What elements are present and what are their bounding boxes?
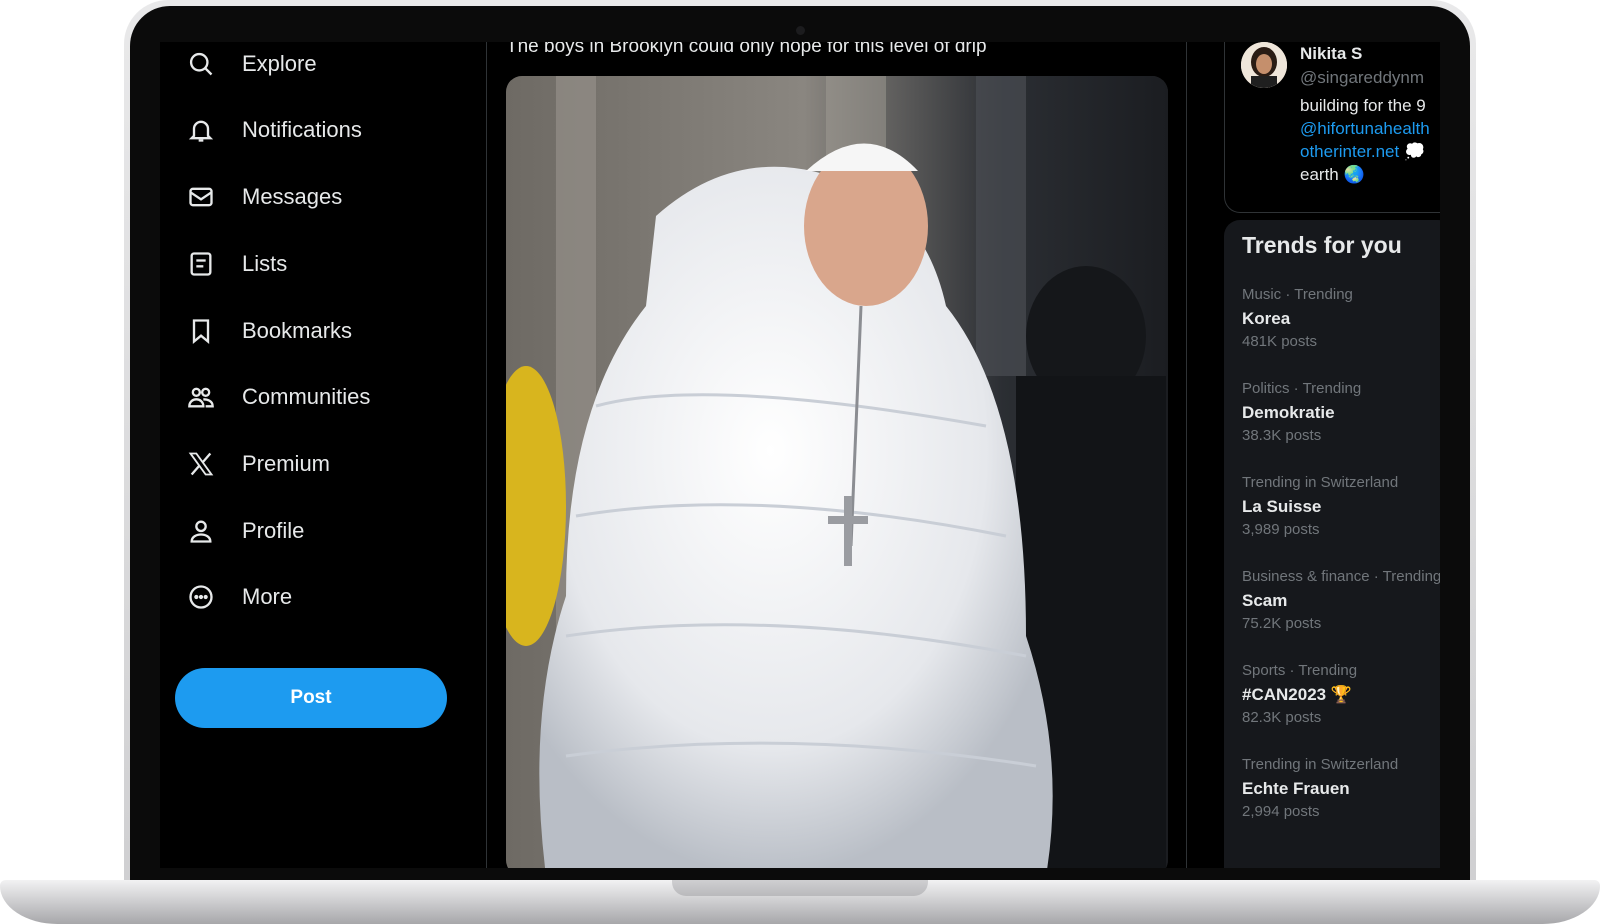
- trend-name: Echte Frauen: [1242, 779, 1350, 798]
- trend-count: 481K posts: [1242, 333, 1318, 350]
- post-button[interactable]: Post: [175, 668, 447, 728]
- trend-name: #CAN2023 🏆: [1242, 685, 1352, 704]
- nav-label: Communities: [242, 384, 371, 409]
- nav-messages[interactable]: Messages: [186, 177, 342, 217]
- trend-item[interactable]: Trending in Switzerland Echte Frauen 2,9…: [1242, 754, 1440, 823]
- nav-more[interactable]: More: [186, 577, 292, 617]
- left-nav: Explore Notifications Messages Lists Boo…: [160, 42, 480, 868]
- photo-illustration: [506, 76, 1168, 868]
- nav-explore[interactable]: Explore: [186, 44, 317, 84]
- nav-premium[interactable]: Premium: [186, 444, 330, 484]
- trend-meta: Music · Trending: [1242, 286, 1353, 303]
- envelope-icon: [186, 182, 216, 212]
- nav-label: Premium: [242, 451, 331, 476]
- avatar[interactable]: [1241, 42, 1287, 88]
- column-divider: [486, 42, 487, 868]
- people-icon: [186, 382, 216, 412]
- trend-item[interactable]: Business & finance · Trending Scam 75.2K…: [1242, 566, 1440, 635]
- trends-title: Trends for you: [1242, 232, 1402, 258]
- webcam: [796, 26, 805, 35]
- trend-item[interactable]: Politics · Trending Demokratie 38.3K pos…: [1242, 378, 1440, 447]
- list-icon: [186, 249, 216, 279]
- nav-lists[interactable]: Lists: [186, 244, 287, 284]
- globe-emoji: 🌏: [1343, 165, 1365, 184]
- bio-line: earth: [1300, 165, 1339, 184]
- profile-handle[interactable]: @singareddynm: [1300, 68, 1424, 88]
- trend-item[interactable]: Sports · Trending #CAN2023 🏆 82.3K posts: [1242, 660, 1440, 729]
- bell-icon: [186, 115, 216, 145]
- nav-label: Explore: [242, 51, 317, 76]
- trend-meta: Trending in Switzerland: [1242, 756, 1399, 773]
- bio-link[interactable]: @hifortunahealth: [1300, 117, 1440, 140]
- bio-line: building for the 9: [1300, 96, 1426, 115]
- nav-communities[interactable]: Communities: [186, 377, 370, 417]
- nav-notifications[interactable]: Notifications: [186, 110, 362, 150]
- trend-meta: Business & finance · Trending: [1242, 568, 1440, 585]
- post-text: The boys in Brooklyn could only hope for…: [506, 42, 987, 57]
- screen: Explore Notifications Messages Lists Boo…: [160, 42, 1440, 868]
- trend-meta: Trending in Switzerland: [1242, 474, 1399, 491]
- search-icon: [186, 49, 216, 79]
- trend-meta: Politics · Trending: [1242, 380, 1362, 397]
- trend-count: 2,994 posts: [1242, 803, 1320, 820]
- laptop-base-notch: [672, 880, 928, 896]
- trend-name: La Suisse: [1242, 497, 1322, 516]
- nav-label: Lists: [242, 251, 288, 276]
- trend-count: 38.3K posts: [1242, 427, 1322, 444]
- profile-name[interactable]: Nikita S: [1300, 44, 1362, 64]
- trend-item[interactable]: Trending in Switzerland La Suisse 3,989 …: [1242, 472, 1440, 541]
- trend-count: 82.3K posts: [1242, 709, 1322, 726]
- trend-name: Korea: [1242, 309, 1291, 328]
- nav-label: More: [242, 584, 293, 609]
- trend-count: 75.2K posts: [1242, 615, 1322, 632]
- nav-label: Profile: [242, 518, 305, 543]
- profile-bio: building for the 9 @hifortunahealth othe…: [1300, 94, 1440, 186]
- bookmark-icon: [186, 316, 216, 346]
- person-icon: [186, 516, 216, 546]
- trends-panel: Trends for you Music · Trending Korea 48…: [1224, 220, 1440, 868]
- trend-count: 3,989 posts: [1242, 521, 1320, 538]
- trend-meta: Sports · Trending: [1242, 662, 1358, 679]
- trend-item[interactable]: Music · Trending Korea 481K posts: [1242, 284, 1440, 353]
- nav-bookmarks[interactable]: Bookmarks: [186, 311, 352, 351]
- nav-label: Bookmarks: [242, 318, 353, 343]
- post-photo[interactable]: [506, 76, 1168, 868]
- bio-link[interactable]: otherinter.net: [1300, 142, 1399, 161]
- more-circle-icon: [186, 582, 216, 612]
- trend-name: Demokratie: [1242, 403, 1335, 422]
- thought-bubble-emoji: 💭: [1403, 142, 1426, 161]
- trend-name: Scam: [1242, 591, 1288, 610]
- nav-profile[interactable]: Profile: [186, 511, 304, 551]
- x-logo-icon: [186, 449, 216, 479]
- nav-label: Messages: [242, 184, 343, 209]
- nav-label: Notifications: [242, 117, 362, 142]
- column-divider: [1186, 42, 1187, 868]
